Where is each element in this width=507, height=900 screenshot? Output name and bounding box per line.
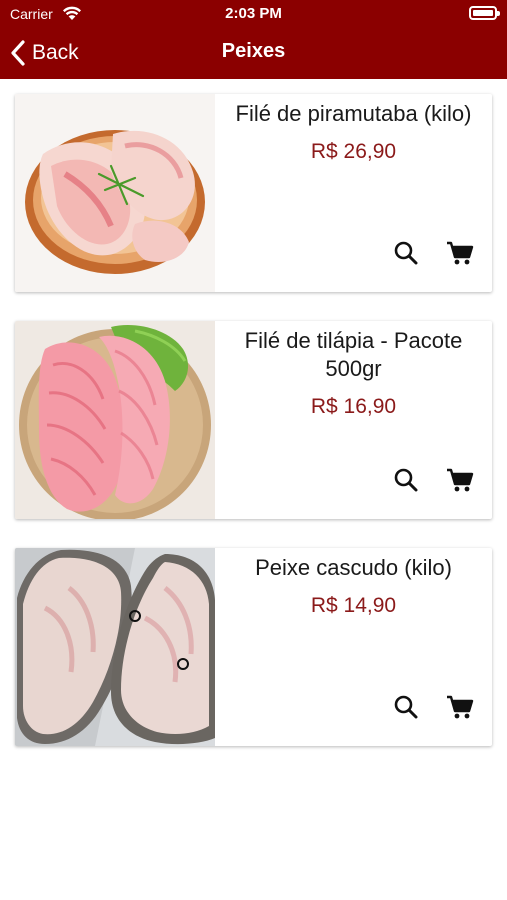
search-icon [394,241,418,265]
product-card[interactable]: Filé de piramutaba (kilo) R$ 26,90 [15,94,492,292]
product-name: Filé de piramutaba (kilo) [235,101,472,126]
back-label: Back [32,41,79,64]
add-to-cart-button[interactable] [443,236,477,270]
search-icon [394,695,418,719]
search-icon [394,468,418,492]
clock: 2:03 PM [225,5,282,22]
cart-icon [447,695,474,719]
add-to-cart-button[interactable] [443,690,477,724]
product-price: R$ 16,90 [310,395,397,418]
status-bar: Carrier 2:03 PM [0,0,507,28]
product-name: Peixe cascudo (kilo) [255,555,452,580]
product-image [15,548,215,746]
product-image [15,321,215,519]
view-details-button[interactable] [389,463,423,497]
cart-icon [447,468,474,492]
cart-icon [447,241,474,265]
battery-icon [469,6,500,20]
nav-bar: Back Peixes [0,28,507,79]
product-card[interactable]: Peixe cascudo (kilo) R$ 14,90 [15,548,492,746]
view-details-button[interactable] [389,236,423,270]
product-image [15,94,215,292]
navigation-header: Carrier 2:03 PM Back Peixes [0,0,507,79]
back-button[interactable]: Back [10,37,79,69]
add-to-cart-button[interactable] [443,463,477,497]
chevron-left-icon [11,40,25,66]
product-card[interactable]: Filé de tilápia - Pacote 500gr R$ 16,90 [15,321,492,519]
product-price: R$ 14,90 [310,594,397,617]
product-name: Filé de tilápia - Pacote 500gr [244,328,463,381]
product-price: R$ 26,90 [310,140,397,163]
view-details-button[interactable] [389,690,423,724]
